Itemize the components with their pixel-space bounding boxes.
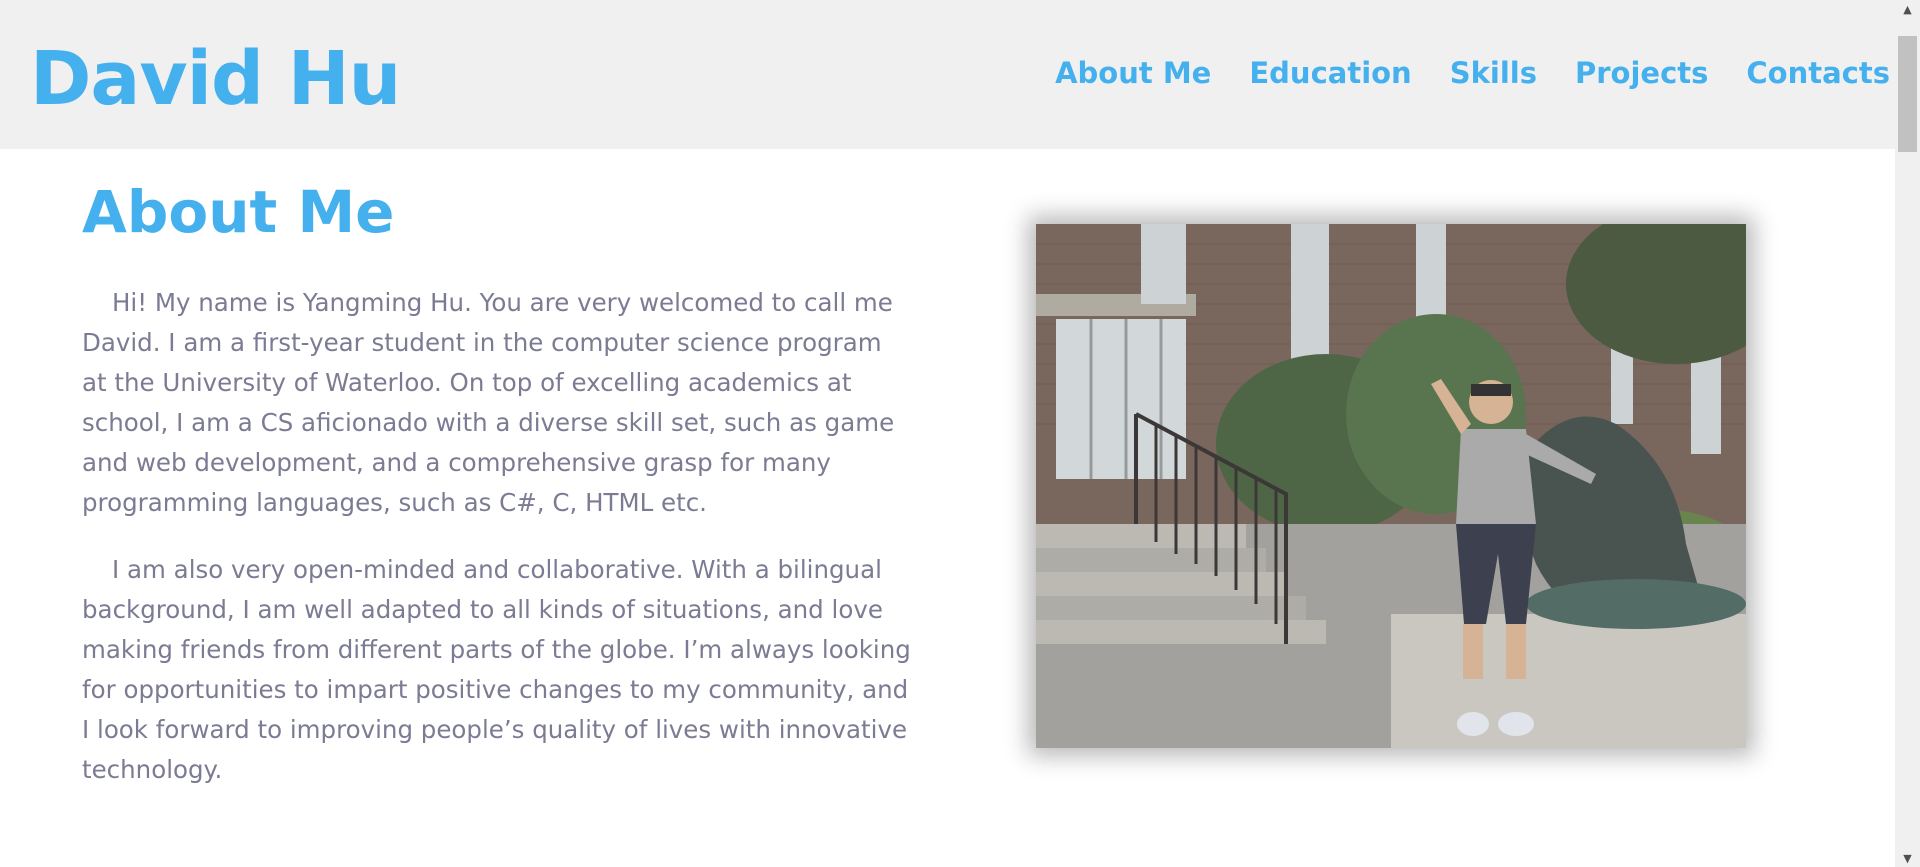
about-section: About Me Hi! My name is Yangming Hu. You…: [0, 149, 1895, 867]
bio-paragraph-2: I am also very open-minded and collabora…: [82, 555, 911, 784]
bio-paragraph-1: Hi! My name is Yangming Hu. You are very…: [82, 288, 895, 517]
nav-projects[interactable]: Projects: [1575, 57, 1708, 90]
scroll-up-arrow-icon[interactable]: ▲: [1895, 0, 1920, 18]
site-brand[interactable]: David Hu: [30, 42, 401, 116]
about-title: About Me: [82, 178, 395, 246]
nav-about-me[interactable]: About Me: [1055, 57, 1211, 90]
nav-skills[interactable]: Skills: [1450, 57, 1537, 90]
profile-photo: [1036, 224, 1746, 748]
vertical-scrollbar[interactable]: ▲ ▼: [1895, 0, 1920, 867]
main-nav: About Me Education Skills Projects Conta…: [1017, 57, 1890, 90]
scroll-down-arrow-icon[interactable]: ▼: [1895, 849, 1920, 867]
nav-contacts[interactable]: Contacts: [1746, 57, 1890, 90]
scroll-thumb[interactable]: [1898, 36, 1917, 152]
nav-education[interactable]: Education: [1249, 57, 1411, 90]
site-header: David Hu About Me Education Skills Proje…: [0, 0, 1895, 149]
